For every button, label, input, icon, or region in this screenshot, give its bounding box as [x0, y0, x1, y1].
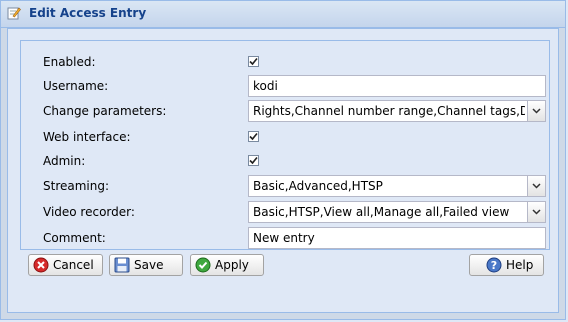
streaming-value: Basic,Advanced,HTSP — [253, 179, 383, 193]
chevron-down-icon[interactable] — [527, 202, 545, 222]
change-parameters-label: Change parameters: — [43, 104, 167, 118]
change-parameters-value: Rights,Channel number range,Channel tags… — [253, 104, 525, 118]
help-button[interactable]: ? Help — [469, 254, 544, 276]
cancel-icon — [33, 257, 49, 273]
enabled-label: Enabled: — [43, 55, 96, 69]
username-field[interactable]: kodi — [248, 75, 546, 97]
streaming-select[interactable]: Basic,Advanced,HTSP — [248, 175, 546, 197]
chevron-down-icon[interactable] — [527, 101, 545, 121]
web-interface-label: Web interface: — [43, 130, 131, 144]
comment-label: Comment: — [43, 231, 106, 245]
checkmark-icon — [249, 156, 258, 165]
username-label: Username: — [43, 79, 109, 93]
svg-text:?: ? — [491, 259, 497, 272]
save-button[interactable]: Save — [109, 254, 183, 276]
window-title: Edit Access Entry — [29, 6, 147, 20]
comment-field[interactable]: New entry — [248, 227, 546, 249]
cancel-label: Cancel — [53, 258, 94, 272]
chevron-down-icon[interactable] — [527, 176, 545, 196]
checkmark-icon — [249, 132, 258, 141]
apply-button[interactable]: Apply — [190, 254, 264, 276]
enabled-checkbox[interactable] — [248, 56, 259, 67]
form-panel: Enabled: Username: kodi Change parameter… — [20, 40, 550, 250]
help-icon: ? — [486, 257, 502, 273]
apply-check-icon — [195, 257, 211, 273]
web-interface-checkbox[interactable] — [248, 131, 259, 142]
cancel-button[interactable]: Cancel — [28, 254, 103, 276]
edit-access-entry-window: Edit Access Entry Enabled: Username: kod… — [0, 0, 566, 320]
save-label: Save — [134, 258, 164, 272]
streaming-label: Streaming: — [43, 179, 110, 193]
checkmark-icon — [249, 57, 258, 66]
admin-label: Admin: — [43, 154, 86, 168]
admin-checkbox[interactable] — [248, 155, 259, 166]
save-icon — [114, 257, 130, 273]
window-titlebar[interactable]: Edit Access Entry — [1, 1, 565, 28]
change-parameters-select[interactable]: Rights,Channel number range,Channel tags… — [248, 100, 546, 122]
edit-pencil-icon — [7, 6, 21, 20]
video-recorder-label: Video recorder: — [43, 205, 135, 219]
video-recorder-select[interactable]: Basic,HTSP,View all,Manage all,Failed vi… — [248, 201, 546, 223]
help-label: Help — [506, 258, 534, 272]
apply-label: Apply — [215, 258, 249, 272]
video-recorder-value: Basic,HTSP,View all,Manage all,Failed vi… — [253, 205, 510, 219]
